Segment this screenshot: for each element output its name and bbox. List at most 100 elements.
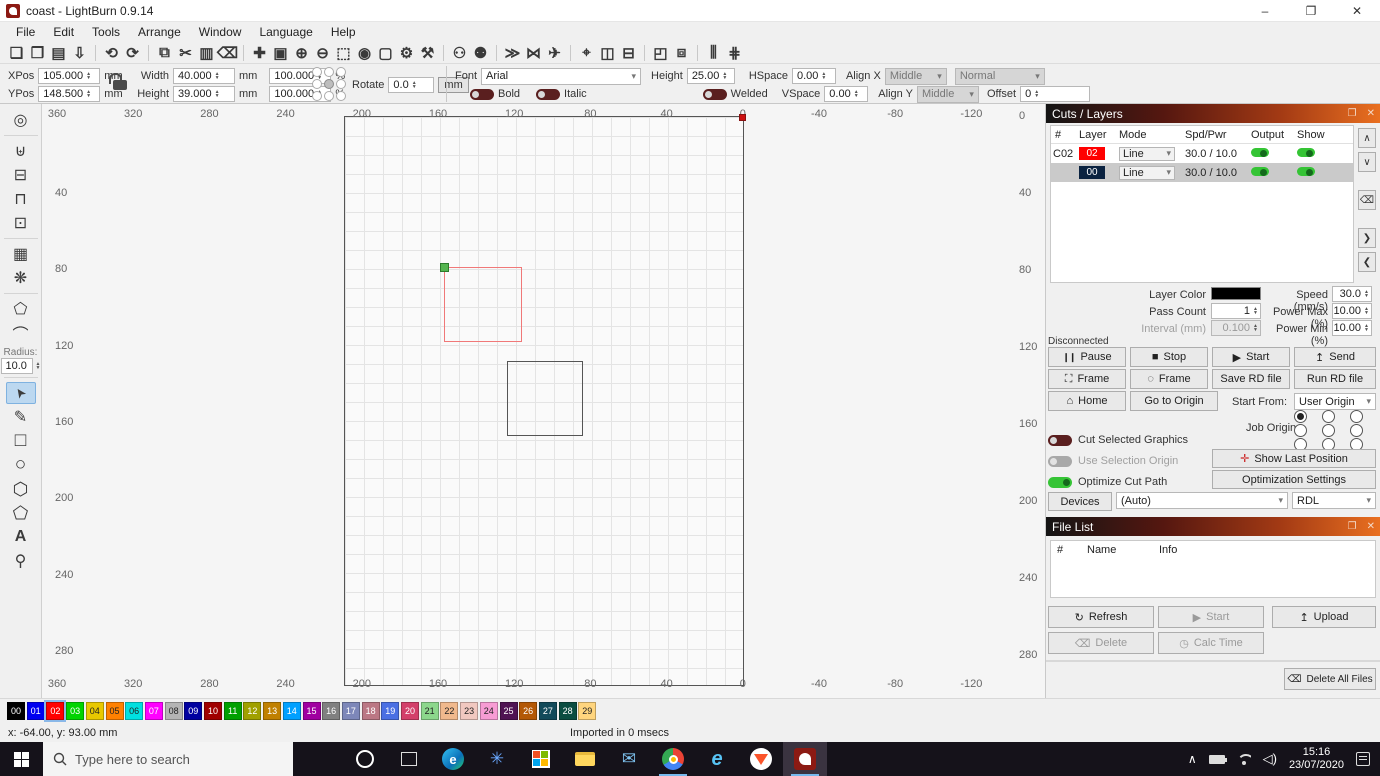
- show-last-position-button[interactable]: ✛ Show Last Position: [1212, 449, 1376, 468]
- protocol-dropdown[interactable]: RDL ▾: [1292, 492, 1376, 509]
- frame-selection-icon[interactable]: ⬚: [333, 43, 354, 63]
- focus-icon[interactable]: ⌖: [576, 43, 597, 63]
- layer-move-down-button[interactable]: ∨: [1358, 152, 1376, 172]
- optimize-cut-path-toggle[interactable]: [1048, 476, 1072, 488]
- start-button[interactable]: ▶ Start: [1212, 347, 1290, 367]
- zoom-in-icon[interactable]: ⊕: [291, 43, 312, 63]
- position-laser-tool[interactable]: ⚲: [6, 550, 36, 572]
- job-origin-radio[interactable]: [1322, 424, 1335, 437]
- palette-swatch-25[interactable]: 25: [499, 702, 518, 720]
- lightburn-taskbar-icon[interactable]: [783, 742, 827, 776]
- circular-array-icon[interactable]: ❋: [6, 267, 36, 289]
- file-refresh-button[interactable]: ↻ Refresh: [1048, 606, 1154, 628]
- workspace-canvas[interactable]: 360 320 280 240 200 160 120 80 40 0 -40 -80 -120 360…: [42, 104, 1045, 698]
- taskbar-search[interactable]: Type here to search: [43, 742, 293, 776]
- boolean-difference-icon[interactable]: ⊓: [6, 188, 36, 210]
- black-rectangle[interactable]: [507, 361, 583, 436]
- import-file-icon[interactable]: ⇩: [69, 43, 90, 63]
- layer-row[interactable]: C02 02 Line ▾ 30.0 / 10.0: [1051, 144, 1353, 163]
- device-settings-icon[interactable]: ⚙: [396, 43, 417, 63]
- menu-language[interactable]: Language: [251, 23, 320, 41]
- goto-origin-button[interactable]: Go to Origin: [1130, 391, 1218, 411]
- palette-swatch-08[interactable]: 08: [164, 702, 183, 720]
- text-style-dropdown[interactable]: Normal ▾: [954, 67, 1045, 85]
- job-origin-radio[interactable]: [1294, 410, 1307, 423]
- palette-swatch-07[interactable]: 07: [144, 702, 163, 720]
- camera-icon[interactable]: ◉: [354, 43, 375, 63]
- edit-nodes-tool[interactable]: ⬠: [6, 502, 36, 524]
- font-dropdown[interactable]: Arial ▾: [481, 67, 642, 85]
- pass-count-field[interactable]: 1 ▲ ▼: [1211, 303, 1261, 319]
- paint3d-icon[interactable]: ✳: [475, 742, 519, 776]
- menu-arrange[interactable]: Arrange: [130, 23, 189, 41]
- job-origin-radio[interactable]: [1350, 424, 1363, 437]
- battery-icon[interactable]: [1208, 754, 1227, 764]
- palette-swatch-01[interactable]: 01: [26, 702, 45, 720]
- palette-swatch-05[interactable]: 05: [105, 702, 124, 720]
- palette-swatch-18[interactable]: 18: [361, 702, 380, 720]
- file-delete-button[interactable]: ⌫ Delete: [1048, 632, 1154, 654]
- layer-move-up-button[interactable]: ∧: [1358, 128, 1376, 148]
- aligny-dropdown[interactable]: Middle ▾: [916, 85, 979, 103]
- stop-button[interactable]: ■ Stop: [1130, 347, 1208, 367]
- italic-toggle[interactable]: [536, 88, 561, 100]
- float-panel-icon[interactable]: ❐: [1348, 521, 1357, 532]
- panel-expand-button[interactable]: ❯: [1358, 228, 1376, 248]
- delete-all-files-button[interactable]: ⌫ Delete All Files: [1284, 668, 1376, 690]
- output-toggle[interactable]: [1251, 147, 1269, 157]
- new-file-icon[interactable]: ❏: [6, 43, 27, 63]
- palette-swatch-12[interactable]: 12: [243, 702, 262, 720]
- palette-swatch-06[interactable]: 06: [125, 702, 144, 720]
- paste-icon[interactable]: ▥: [196, 43, 217, 63]
- notifications-icon[interactable]: [1356, 752, 1370, 766]
- menu-edit[interactable]: Edit: [45, 23, 82, 41]
- interval-field[interactable]: 0.100 ▲ ▼: [1211, 320, 1261, 336]
- alignx-dropdown[interactable]: Middle ▾: [884, 67, 947, 85]
- layer-color-chip[interactable]: 00: [1079, 166, 1105, 179]
- zoom-out-icon[interactable]: ⊖: [312, 43, 333, 63]
- select-tool[interactable]: ➤: [5, 382, 36, 404]
- palette-swatch-29[interactable]: 29: [578, 702, 597, 720]
- pan-icon[interactable]: ✚: [249, 43, 270, 63]
- palette-swatch-10[interactable]: 10: [204, 702, 222, 720]
- undo-icon[interactable]: ⟲: [101, 43, 122, 63]
- open-file-icon[interactable]: ❒: [27, 43, 48, 63]
- cut-icon[interactable]: ✂: [175, 43, 196, 63]
- user-icon[interactable]: ⚉: [470, 43, 491, 63]
- taskbar-clock[interactable]: 15:16 23/07/2020: [1289, 746, 1344, 772]
- bold-toggle[interactable]: [470, 88, 494, 100]
- float-panel-icon[interactable]: ❐: [1348, 108, 1357, 119]
- use-selection-origin-toggle[interactable]: [1048, 455, 1072, 467]
- position-two-point-icon[interactable]: ⋕: [724, 43, 745, 63]
- internet-explorer-icon[interactable]: e: [695, 742, 739, 776]
- palette-swatch-23[interactable]: 23: [460, 702, 479, 720]
- layer-row-selected[interactable]: 00 Line ▾ 30.0 / 10.0: [1051, 163, 1353, 182]
- edge-icon[interactable]: e: [431, 742, 475, 776]
- align-b-icon[interactable]: ⊟: [618, 43, 639, 63]
- volume-icon[interactable]: ◁): [1263, 751, 1277, 767]
- shape-corner-icon[interactable]: ⬠: [6, 298, 36, 320]
- task-view-icon[interactable]: [387, 742, 431, 776]
- home-button[interactable]: ⌂ Home: [1048, 391, 1126, 411]
- power-max-field[interactable]: 10.00 ▲ ▼: [1332, 303, 1372, 319]
- frame-circle-button[interactable]: ◌ Frame: [1130, 369, 1208, 389]
- close-panel-icon[interactable]: ✕: [1367, 108, 1375, 119]
- file-upload-button[interactable]: ↥ Upload: [1272, 606, 1376, 628]
- palette-swatch-28[interactable]: 28: [558, 702, 577, 720]
- draw-lines-tool[interactable]: ✎: [6, 406, 36, 428]
- minimize-button[interactable]: –: [1242, 0, 1288, 22]
- close-button[interactable]: ✕: [1334, 0, 1380, 22]
- port-dropdown[interactable]: (Auto) ▾: [1116, 492, 1288, 509]
- zoom-page-icon[interactable]: ▣: [270, 43, 291, 63]
- copy-icon[interactable]: ⧉: [154, 43, 175, 63]
- job-origin-radio[interactable]: [1322, 410, 1335, 423]
- offset-shapes-icon[interactable]: ◎: [6, 109, 36, 131]
- palette-swatch-14[interactable]: 14: [282, 702, 301, 720]
- menu-window[interactable]: Window: [191, 23, 250, 41]
- output-toggle[interactable]: [1251, 166, 1269, 176]
- mode-dropdown[interactable]: Line ▾: [1119, 146, 1175, 161]
- tray-expand-icon[interactable]: ∧: [1188, 752, 1197, 766]
- polygon-tool[interactable]: ⬡: [6, 478, 36, 500]
- rectangle-tool[interactable]: □: [6, 430, 36, 452]
- width-field[interactable]: 40.000 ▲ ▼: [173, 68, 235, 84]
